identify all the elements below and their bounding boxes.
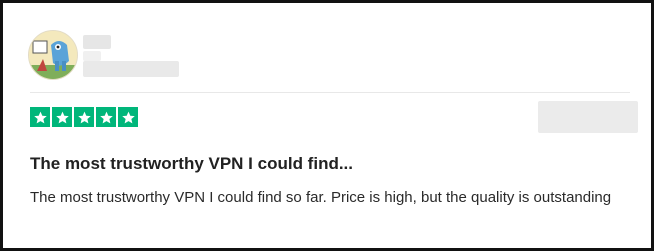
star-icon <box>118 107 138 127</box>
review-title[interactable]: The most trustworthy VPN I could find... <box>30 154 353 174</box>
avatar-illustration <box>29 31 77 79</box>
star-icon <box>52 107 72 127</box>
reviewer-name-redacted <box>83 35 111 49</box>
star-icon <box>74 107 94 127</box>
reviewer-avatar[interactable] <box>28 30 78 80</box>
review-card: The most trustworthy VPN I could find...… <box>0 0 654 251</box>
reviewer-name-redacted-fragment <box>83 51 101 61</box>
reviewer-meta-redacted <box>83 61 179 77</box>
star-icon <box>30 107 50 127</box>
review-date-redacted <box>538 101 638 133</box>
star-rating <box>30 107 138 127</box>
divider <box>30 92 630 93</box>
review-body: The most trustworthy VPN I could find so… <box>30 189 612 206</box>
star-icon <box>96 107 116 127</box>
